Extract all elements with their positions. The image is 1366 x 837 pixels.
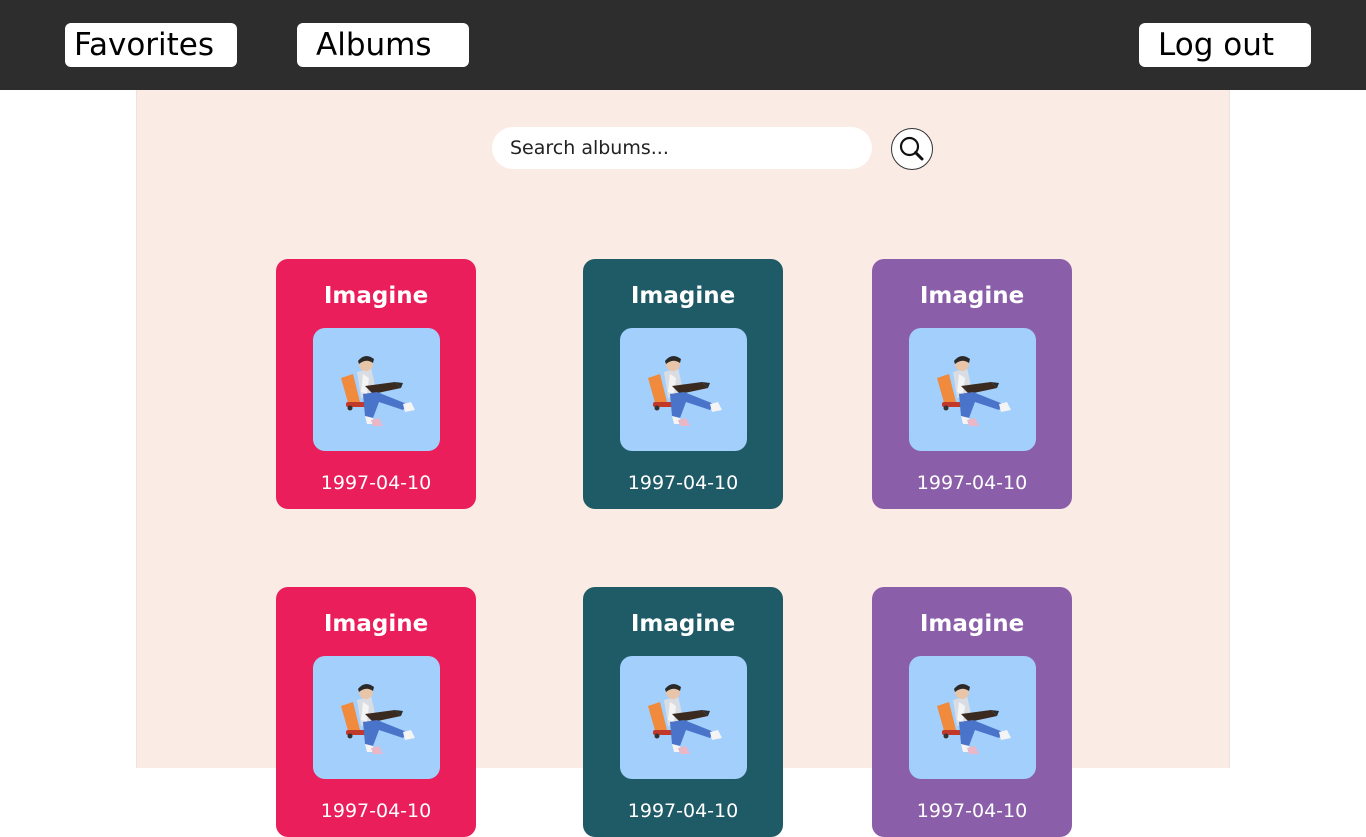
album-title: Imagine <box>323 611 429 637</box>
albums-button[interactable]: Albums <box>297 23 469 67</box>
album-release-date: 1997-04-10 <box>916 800 1028 822</box>
album-card[interactable]: Imagine 1997-04-10 <box>872 259 1072 509</box>
album-title: Imagine <box>919 611 1025 637</box>
top-navigation-bar: Favorites Albums Log out <box>0 0 1366 90</box>
album-card[interactable]: Imagine 1997-04-10 <box>583 259 783 509</box>
search-icon <box>899 136 924 161</box>
album-release-date: 1997-04-10 <box>916 472 1028 494</box>
album-release-date: 1997-04-10 <box>320 472 432 494</box>
album-cover-image <box>313 656 440 779</box>
album-cover-image <box>909 328 1036 451</box>
album-cover-image <box>909 656 1036 779</box>
album-card[interactable]: Imagine 1997-04-10 <box>276 587 476 837</box>
search-input[interactable] <box>492 127 872 169</box>
album-title: Imagine <box>323 283 429 309</box>
album-title: Imagine <box>630 611 736 637</box>
album-card[interactable]: Imagine 1997-04-10 <box>872 587 1072 837</box>
album-cover-image <box>620 656 747 779</box>
album-card[interactable]: Imagine 1997-04-10 <box>583 587 783 837</box>
album-cover-image <box>313 328 440 451</box>
logout-button[interactable]: Log out <box>1139 23 1311 67</box>
search-button[interactable] <box>891 128 933 170</box>
album-release-date: 1997-04-10 <box>320 800 432 822</box>
album-cover-image <box>620 328 747 451</box>
album-release-date: 1997-04-10 <box>627 800 739 822</box>
favorites-button[interactable]: Favorites <box>65 23 237 67</box>
album-title: Imagine <box>630 283 736 309</box>
album-title: Imagine <box>919 283 1025 309</box>
album-card[interactable]: Imagine 1997-04-10 <box>276 259 476 509</box>
album-release-date: 1997-04-10 <box>627 472 739 494</box>
